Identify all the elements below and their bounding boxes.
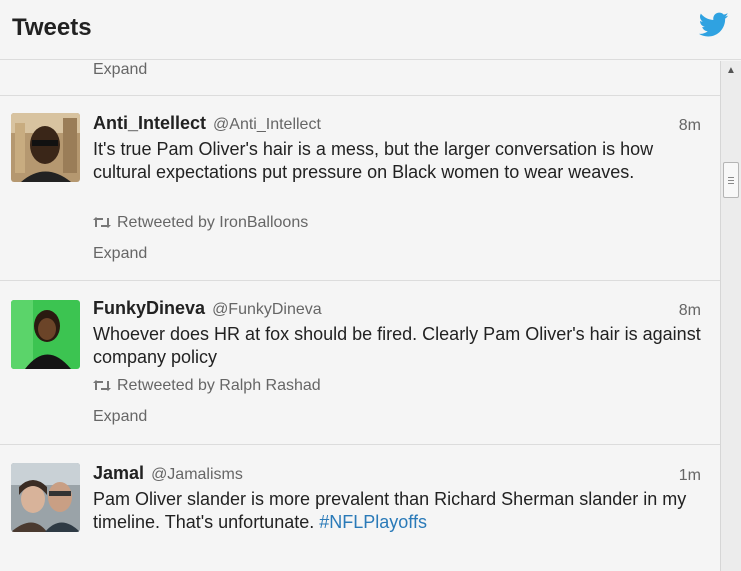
scrollbar[interactable]: ▲ bbox=[720, 61, 741, 571]
tweet-author: Jamal @Jamalisms bbox=[93, 463, 243, 484]
divider bbox=[0, 280, 720, 281]
user-handle[interactable]: @Anti_Intellect bbox=[213, 116, 321, 133]
retweeted-by[interactable]: Retweeted by Ralph Rashad bbox=[117, 377, 321, 394]
twitter-bird-icon[interactable] bbox=[698, 12, 729, 38]
avatar[interactable] bbox=[11, 463, 80, 532]
divider bbox=[0, 95, 720, 96]
expand-link[interactable]: Expand bbox=[93, 245, 147, 263]
tweet-item[interactable]: Jamal @Jamalisms 1m Pam Oliver slander i… bbox=[0, 463, 720, 563]
page-title: Tweets bbox=[12, 14, 92, 41]
retweet-info: Retweeted by Ralph Rashad bbox=[93, 377, 321, 397]
avatar[interactable] bbox=[11, 300, 80, 369]
tweet-item[interactable]: FunkyDineva @FunkyDineva 8m Whoever does… bbox=[0, 298, 720, 444]
tweet-item[interactable]: Anti_Intellect @Anti_Intellect 8m It's t… bbox=[0, 113, 720, 280]
tweet-stream: Expand Anti_Intellect @Anti_Intellect 8m… bbox=[0, 61, 720, 571]
retweet-icon bbox=[93, 379, 111, 397]
display-name[interactable]: Anti_Intellect bbox=[93, 113, 206, 133]
tweet-text: Pam Oliver slander is more prevalent tha… bbox=[93, 488, 703, 534]
retweet-icon bbox=[93, 216, 111, 234]
user-handle[interactable]: @Jamalisms bbox=[151, 466, 243, 483]
avatar[interactable] bbox=[11, 113, 80, 182]
hashtag-link[interactable]: #NFLPlayoffs bbox=[319, 512, 427, 532]
tweet-author: Anti_Intellect @Anti_Intellect bbox=[93, 113, 321, 134]
grip-line bbox=[728, 180, 734, 181]
header: Tweets bbox=[0, 0, 741, 60]
retweeted-by[interactable]: Retweeted by IronBalloons bbox=[117, 214, 308, 231]
scroll-thumb[interactable] bbox=[723, 162, 739, 198]
tweet-timestamp[interactable]: 1m bbox=[679, 467, 701, 485]
display-name[interactable]: Jamal bbox=[93, 463, 144, 483]
retweet-info: Retweeted by IronBalloons bbox=[93, 214, 308, 234]
tweet-text: It's true Pam Oliver's hair is a mess, b… bbox=[93, 139, 654, 182]
display-name[interactable]: FunkyDineva bbox=[93, 298, 205, 318]
expand-link[interactable]: Expand bbox=[93, 61, 147, 79]
grip-line bbox=[728, 177, 734, 178]
expand-link[interactable]: Expand bbox=[93, 408, 147, 426]
divider bbox=[0, 444, 720, 445]
tweet-timestamp[interactable]: 8m bbox=[679, 302, 701, 320]
tweet-text: Whoever does HR at fox should be fired. … bbox=[93, 324, 701, 367]
tweet-author: FunkyDineva @FunkyDineva bbox=[93, 298, 322, 319]
scroll-up-icon[interactable]: ▲ bbox=[721, 61, 741, 81]
grip-line bbox=[728, 183, 734, 184]
user-handle[interactable]: @FunkyDineva bbox=[212, 301, 322, 318]
tweet-timestamp[interactable]: 8m bbox=[679, 117, 701, 135]
